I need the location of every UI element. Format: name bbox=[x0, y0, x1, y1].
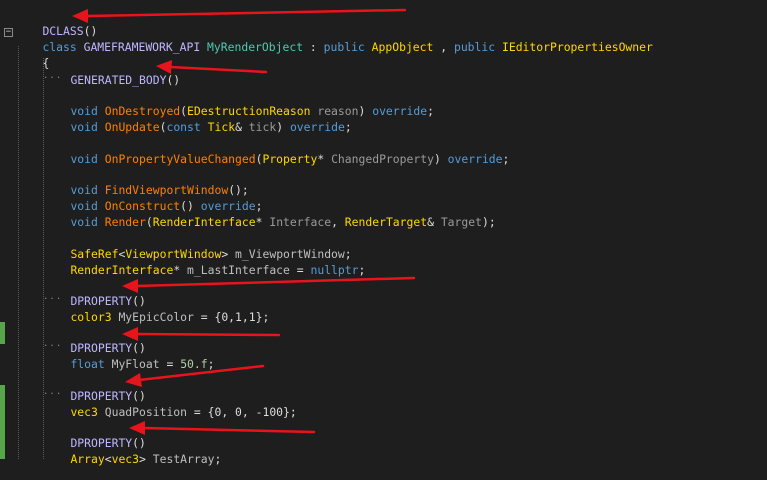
annotation-arrows bbox=[72, 8, 416, 435]
code-editor[interactable]: − DCLASS() class GAMEFRAMEWORK_API MyRen… bbox=[0, 0, 767, 466]
red-arrow bbox=[122, 327, 281, 341]
red-arrow bbox=[125, 364, 265, 387]
red-arrow bbox=[156, 60, 268, 74]
red-arrow bbox=[122, 276, 416, 293]
red-arrow bbox=[72, 8, 407, 23]
red-arrow bbox=[129, 421, 316, 435]
